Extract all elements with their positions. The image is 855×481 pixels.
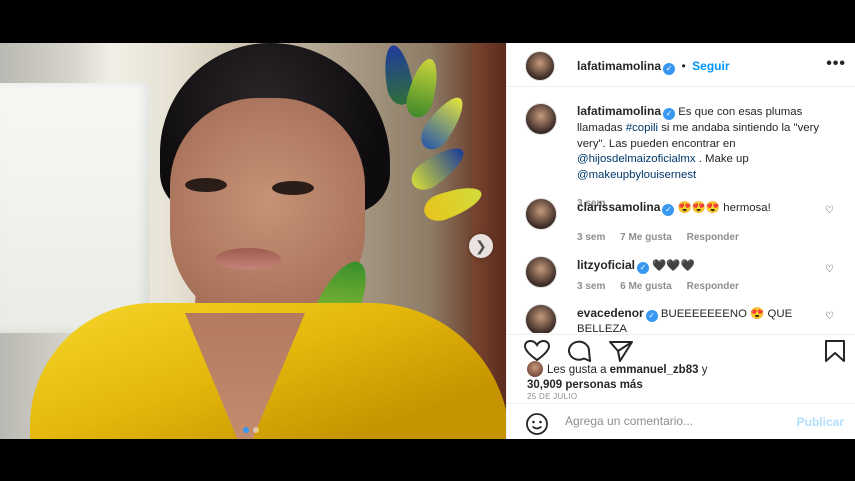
more-icon[interactable]: •••: [826, 55, 846, 73]
lips-shape: [215, 248, 281, 270]
likes-summary: Les gusta a emmanuel_zb83 y 30,909 perso…: [527, 361, 827, 393]
post-actions: Les gusta a emmanuel_zb83 y 30,909 perso…: [507, 334, 855, 439]
comment-body: 😍😍😍 hermosa!: [677, 202, 771, 214]
author-avatar[interactable]: [525, 51, 555, 81]
left-eye-shape: [185, 178, 227, 192]
comment-username[interactable]: litzyoficial: [577, 258, 635, 272]
photo-indicator: [243, 427, 259, 433]
comment: clarissamolina ✓ 😍😍😍 hermosa! 3 sem 7 Me …: [577, 200, 822, 245]
post-side-panel: lafatimamolina ✓ • Seguir ••• lafatimamol…: [506, 43, 855, 439]
comment: litzyoficial ✓ 🖤🖤🖤 3 sem 6 Me gusta Respo…: [577, 258, 822, 294]
verified-icon: ✓: [637, 262, 650, 274]
verified-icon: ✓: [662, 204, 675, 216]
emoji-icon[interactable]: [525, 412, 549, 436]
liker-username[interactable]: emmanuel_zb83: [610, 364, 699, 376]
add-comment-bar: Publicar: [507, 403, 855, 440]
verified-icon: ✓: [663, 63, 676, 75]
comment-heart-icon[interactable]: ♡: [825, 264, 834, 275]
hashtag-link[interactable]: #copili: [626, 122, 658, 134]
post-photo[interactable]: ❯: [0, 43, 506, 439]
caption-text: . Make up: [695, 153, 749, 166]
publish-button[interactable]: Publicar: [797, 415, 844, 429]
comment-body: 🖤🖤🖤: [652, 260, 695, 272]
post-header: lafatimamolina ✓ • Seguir •••: [507, 43, 855, 87]
comment-icon[interactable]: [565, 339, 593, 363]
share-icon[interactable]: [607, 339, 635, 363]
instagram-post: ❯ lafatimamolina ✓ • Seguir ••• lafatimam…: [0, 43, 855, 439]
reply-button[interactable]: Responder: [687, 232, 739, 243]
bookmark-icon[interactable]: [821, 339, 849, 363]
mention-link[interactable]: @makeupbylouisernest: [577, 169, 696, 181]
comment-heart-icon[interactable]: ♡: [825, 205, 834, 216]
feather-shape: [405, 140, 471, 196]
follow-button[interactable]: Seguir: [692, 59, 729, 73]
caption-username[interactable]: lafatimamolina: [577, 104, 661, 118]
comment-time[interactable]: 3 sem: [577, 232, 605, 243]
comments-list[interactable]: lafatimamolina ✓ Es que con esas plumas l…: [507, 88, 855, 333]
comment-meta: 3 sem 7 Me gusta Responder: [577, 230, 822, 245]
commenter-avatar[interactable]: [525, 256, 557, 288]
header-author: lafatimamolina ✓ • Seguir: [577, 57, 729, 75]
separator-dot: •: [681, 59, 686, 73]
likes-count[interactable]: 30,909 personas más: [527, 379, 643, 391]
author-username[interactable]: lafatimamolina: [577, 59, 661, 73]
commenter-avatar[interactable]: [525, 198, 557, 230]
comment-username[interactable]: clarissamolina: [577, 200, 660, 214]
reply-button[interactable]: Responder: [687, 281, 739, 292]
next-arrow-icon[interactable]: ❯: [469, 234, 493, 258]
post-caption: lafatimamolina ✓ Es que con esas plumas l…: [577, 104, 842, 212]
likes-prefix: Les gusta a: [547, 364, 610, 376]
liker-avatar[interactable]: [527, 361, 543, 377]
comment-likes[interactable]: 7 Me gusta: [620, 232, 672, 243]
verified-icon: ✓: [663, 108, 676, 120]
likes-middle: y: [698, 364, 708, 376]
right-eye-shape: [272, 181, 314, 195]
indicator-dot-active: [243, 427, 249, 433]
comment-username[interactable]: evacedenor: [577, 306, 644, 320]
comment-likes[interactable]: 6 Me gusta: [620, 281, 672, 292]
post-date[interactable]: 25 DE JULIO: [527, 392, 577, 401]
indicator-dot: [253, 427, 259, 433]
caption-avatar[interactable]: [525, 103, 557, 135]
comment-meta: 3 sem 6 Me gusta Responder: [577, 279, 822, 294]
comment-input[interactable]: [565, 414, 785, 428]
mention-link[interactable]: @hijosdelmaizoficialmx: [577, 153, 696, 165]
comment: evacedenor ✓ BUEEEEEEENO 😍 QUE BELLEZA: [577, 306, 822, 333]
comment-heart-icon[interactable]: ♡: [825, 311, 834, 322]
background-window: [0, 83, 150, 333]
comment-time[interactable]: 3 sem: [577, 281, 605, 292]
commenter-avatar[interactable]: [525, 304, 557, 333]
verified-icon: ✓: [645, 310, 658, 322]
heart-icon[interactable]: [523, 339, 551, 363]
